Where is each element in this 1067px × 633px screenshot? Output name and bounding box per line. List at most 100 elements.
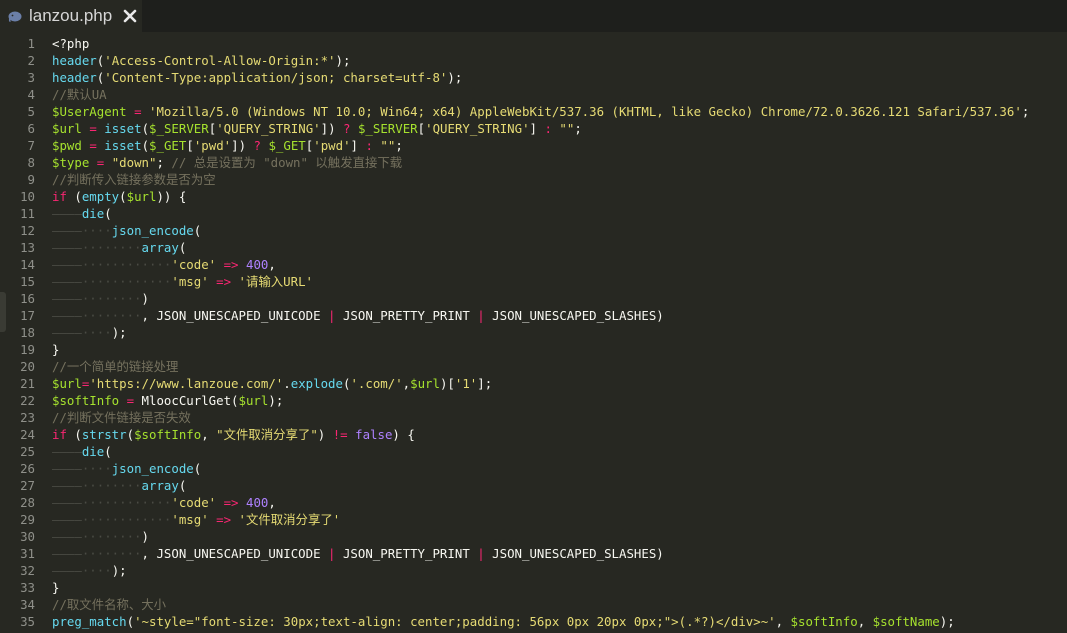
line-number: 34 (20, 597, 35, 612)
line-number: 3 (27, 70, 35, 85)
code-token: 'Access-Control-Allow-Origin:*' (104, 53, 336, 68)
code-line: ————········array( (52, 239, 186, 256)
code-token: 'https://www.lanzoue.com/' (89, 376, 284, 391)
code-token: $url (238, 393, 269, 408)
line-number: 31 (20, 546, 35, 561)
code-token: ————········ (52, 478, 142, 493)
code-token: ); (111, 325, 127, 340)
code-token: explode (290, 376, 343, 391)
code-token: //默认UA (52, 87, 107, 102)
tab-bar: lanzou.php (0, 0, 1067, 34)
code-token: | (328, 546, 336, 561)
code-line: //判断传入链接参数是否为空 (52, 171, 216, 188)
line-number: 5 (27, 104, 35, 119)
code-token: "down" (111, 155, 157, 170)
code-token: ————············ (52, 512, 172, 527)
code-line: ————········, JSON_UNESCAPED_UNICODE | J… (52, 545, 664, 562)
line-number: 10 (20, 189, 35, 204)
code-token: //取文件名称、大小 (52, 597, 167, 612)
code-token: 'pwd' (313, 138, 351, 153)
code-token: header (52, 70, 97, 85)
line-number: 19 (20, 342, 35, 357)
code-token: | (477, 308, 485, 323)
code-token: 'msg' (171, 274, 209, 289)
code-token: preg_match (52, 614, 127, 629)
line-number: 30 (20, 529, 35, 544)
code-token: } (52, 342, 60, 357)
code-token: array (141, 240, 179, 255)
code-token: ( (193, 223, 202, 238)
code-token: json_encode (111, 461, 194, 476)
code-token: ————········ (52, 240, 142, 255)
code-token: //一个简单的链接处理 (52, 359, 179, 374)
line-number: 33 (20, 580, 35, 595)
code-token: '请输入URL' (238, 274, 314, 289)
close-icon[interactable] (122, 8, 138, 24)
code-line: ————····json_encode( (52, 222, 201, 239)
tab-lanzou-php[interactable]: lanzou.php (0, 0, 142, 34)
code-token: array (141, 478, 179, 493)
code-token: ————········ (52, 546, 142, 561)
scroll-handle[interactable] (0, 292, 6, 332)
code-token: //判断文件链接是否失效 (52, 410, 191, 425)
code-token: ( (104, 206, 112, 221)
code-token: 'Content-Type:application/json; charset=… (104, 70, 448, 85)
code-token: '~style="font-size: 30px;text-align: cen… (134, 614, 776, 629)
code-token: ————···· (52, 563, 112, 578)
code-token: die (81, 444, 105, 459)
code-line: } (52, 579, 59, 596)
code-area[interactable]: <?php header ( 'Access-Control-Allow-Origin… (52, 32, 1067, 633)
code-token: ]) (231, 138, 254, 153)
line-number: 20 (20, 359, 35, 374)
code-line: ————····); (52, 562, 127, 579)
code-token: ————···· (52, 461, 112, 476)
code-line: //一个简单的链接处理 (52, 358, 178, 375)
code-token: // 总是设置为 "down" 以触发直接下载 (171, 155, 403, 170)
code-line: ————········array( (52, 477, 186, 494)
code-token: $UserAgent (52, 104, 127, 119)
code-token: } (52, 580, 60, 595)
code-token: => (223, 495, 239, 510)
line-number: 6 (27, 121, 35, 136)
code-token: $_GET (268, 138, 306, 153)
code-token: if (52, 427, 67, 442)
code-token: ( (141, 138, 150, 153)
code-token: false (355, 427, 393, 442)
code-line: ————die( (52, 205, 112, 222)
code-line: <?php (52, 35, 89, 52)
code-token: <?php (52, 36, 90, 51)
code-token: $softInfo (134, 427, 202, 442)
code-token: [ (186, 138, 194, 153)
code-token: ; (156, 155, 172, 170)
code-token: )) { (156, 189, 187, 204)
code-token: ; (1021, 104, 1030, 119)
code-token: $url (52, 121, 82, 136)
code-token: JSON_UNESCAPED_SLASHES) (484, 308, 664, 323)
line-number: 9 (27, 172, 35, 187)
code-editor[interactable]: 1 2 3 4 5 6 7 8 9 10 11 12 13 14 15 16 17 18 19 20 21 22 23 24 2… (0, 32, 1067, 633)
line-number: 14 (20, 257, 35, 272)
code-token: ) (141, 529, 149, 544)
code-token: ? (253, 138, 261, 153)
code-token: | (477, 546, 485, 561)
code-token: => (216, 512, 232, 527)
code-token: )[ (439, 376, 455, 391)
code-token: ] (529, 121, 545, 136)
code-token: 400 (245, 257, 269, 272)
line-number: 22 (20, 393, 35, 408)
line-number: 21 (20, 376, 35, 391)
code-token: 'msg' (171, 512, 209, 527)
code-line: ————············'msg' => '请输入URL' (52, 273, 313, 290)
line-number: 25 (20, 444, 35, 459)
code-token: ]) (320, 121, 344, 136)
code-token: empty (81, 189, 120, 204)
code-line: //默认UA (52, 86, 107, 103)
code-token: ( (178, 240, 187, 255)
code-token: 'QUERY_STRING' (216, 121, 321, 136)
line-number: 11 (20, 206, 35, 221)
line-number: 2 (27, 53, 35, 68)
line-number: 12 (20, 223, 35, 238)
